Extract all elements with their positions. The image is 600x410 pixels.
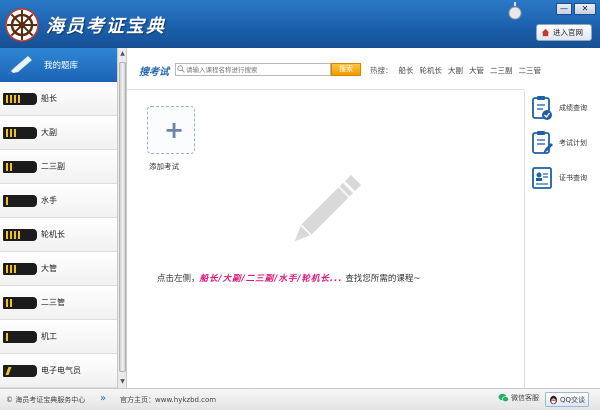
wechat-service-button[interactable]: 微信客服 [498,393,539,403]
window-controls: — ✕ [556,3,596,15]
minimize-button[interactable]: — [556,3,572,15]
wechat-icon [498,393,509,403]
two-stripe-rank-icon [3,160,37,173]
right-panel: 成绩查询 考试计划 证书查询 [524,90,600,388]
hint-prefix: 点击左侧， [157,274,200,284]
sidebar-item-captain[interactable]: 船长 [0,82,117,116]
sidebar-item-label: 大副 [41,128,57,137]
sidebar-item-label: 二三管 [41,298,65,307]
double-chevron-right-icon[interactable]: » [100,393,106,404]
certificate-id-icon [532,167,552,189]
one-stripe-rank-icon [3,330,37,343]
exam-plan-label: 考试计划 [559,139,587,147]
sidebar-item-motorman[interactable]: 机工 [0,320,117,354]
ship-wheel-logo-icon [5,8,39,42]
clipboard-check-icon [532,96,552,120]
hot-tag[interactable]: 轮机长 [420,65,443,76]
sidebar-item-label: 大管 [41,264,57,273]
hot-tag[interactable]: 二三管 [519,65,542,76]
scrollbar-thumb[interactable] [119,62,126,372]
sidebar-item-second-third-mate[interactable]: 二三副 [0,150,117,184]
main-content: 搜考试 搜索 热搜： 船长 轮机长 大副 大管 二三副 二三管 + 添加考试 点… [127,48,541,388]
pencil-watermark-icon [295,175,361,241]
home-icon [541,28,550,37]
sidebar-item-electro-officer[interactable]: 电子电气员 [0,354,117,388]
search-input[interactable] [175,63,331,76]
hot-tag[interactable]: 船长 [399,65,414,76]
lightning-rank-icon [3,364,37,377]
sidebar-scrollbar[interactable]: ▲ ▼ [118,48,127,388]
sidebar-item-label: 机工 [41,332,57,341]
two-stripe-rank-icon [3,296,37,309]
sidebar-item-third-engineer[interactable]: 二三管 [0,286,117,320]
three-stripe-rank-icon [3,262,37,275]
enter-website-button[interactable]: 进入官网 [536,24,592,41]
score-query-button[interactable]: 成绩查询 [531,95,587,121]
wechat-service-label: 微信客服 [511,394,539,402]
qq-penguin-icon [550,395,557,404]
qq-chat-label: QQ交谈 [560,395,586,404]
clipboard-pencil-icon [532,131,553,154]
sidebar-item-sailor[interactable]: 水手 [0,184,117,218]
hot-tag[interactable]: 大管 [469,65,484,76]
sidebar-item-label: 轮机长 [41,230,65,239]
hot-search-label: 热搜： [370,66,393,75]
enter-website-label: 进入官网 [553,28,583,37]
hot-tag[interactable]: 大副 [448,65,463,76]
sidebar-item-label: 二三副 [41,162,65,171]
four-stripe-rank-icon [3,92,37,105]
add-exam-label: 添加考试 [149,162,179,171]
hint-suffix: 查找您所需的课程~ [342,274,421,284]
hot-tag[interactable]: 二三副 [490,65,513,76]
hint-text: 点击左侧，船长/大副/二三副/水手/轮机长... 查找您所需的课程~ [157,272,420,284]
official-site-link[interactable]: 官方主页：www.hykzbd.com [120,395,216,405]
qq-chat-button[interactable]: QQ交谈 [545,392,590,407]
sidebar-item-second-engineer[interactable]: 大管 [0,252,117,286]
score-query-label: 成绩查询 [559,104,587,112]
sidebar-item-label: 船长 [41,94,57,103]
sidebar-item-chief-engineer[interactable]: 轮机长 [0,218,117,252]
certificate-query-button[interactable]: 证书查询 [531,165,587,191]
hint-highlight: 船长/大副/二三副/水手/轮机长... [199,274,343,284]
sidebar-item-label: 水手 [41,196,57,205]
search-title: 搜考试 [139,67,169,78]
pencil-icon [8,56,32,74]
add-exam-button[interactable]: + [147,106,195,154]
sidebar-header-label: 我的题库 [44,61,79,71]
sidebar-header-my-bank[interactable]: 我的题库 [0,48,117,82]
search-bar: 搜考试 搜索 热搜： 船长 轮机长 大副 大管 二三副 二三管 [127,48,541,90]
plus-icon: + [164,116,185,144]
sidebar-item-label: 电子电气员 [41,366,81,375]
one-stripe-rank-icon [3,194,37,207]
notification-bell-icon[interactable] [508,2,522,20]
status-bar: © 海员考证宝典服务中心 » 官方主页：www.hykzbd.com 微信客服 … [0,388,600,410]
close-button[interactable]: ✕ [574,3,596,15]
three-stripe-rank-icon [3,126,37,139]
scroll-down-arrow-icon[interactable]: ▼ [119,378,126,386]
sidebar: 我的题库 船长 大副 二三副 水手 轮机长 大管 二三管 机工 电子电气员 [0,48,118,388]
search-icon [177,65,185,73]
exam-plan-button[interactable]: 考试计划 [531,130,587,156]
copyright-text: © 海员考证宝典服务中心 [6,396,86,404]
four-stripe-rank-icon [3,228,37,241]
search-button[interactable]: 搜索 [331,63,361,76]
app-title: 海员考证宝典 [46,16,166,37]
title-bar: 海员考证宝典 — ✕ 进入官网 [0,0,600,48]
sidebar-item-chief-mate[interactable]: 大副 [0,116,117,150]
scroll-up-arrow-icon[interactable]: ▲ [119,50,126,58]
hot-search: 热搜： 船长 轮机长 大副 大管 二三副 二三管 [370,65,541,76]
certificate-query-label: 证书查询 [559,174,587,182]
